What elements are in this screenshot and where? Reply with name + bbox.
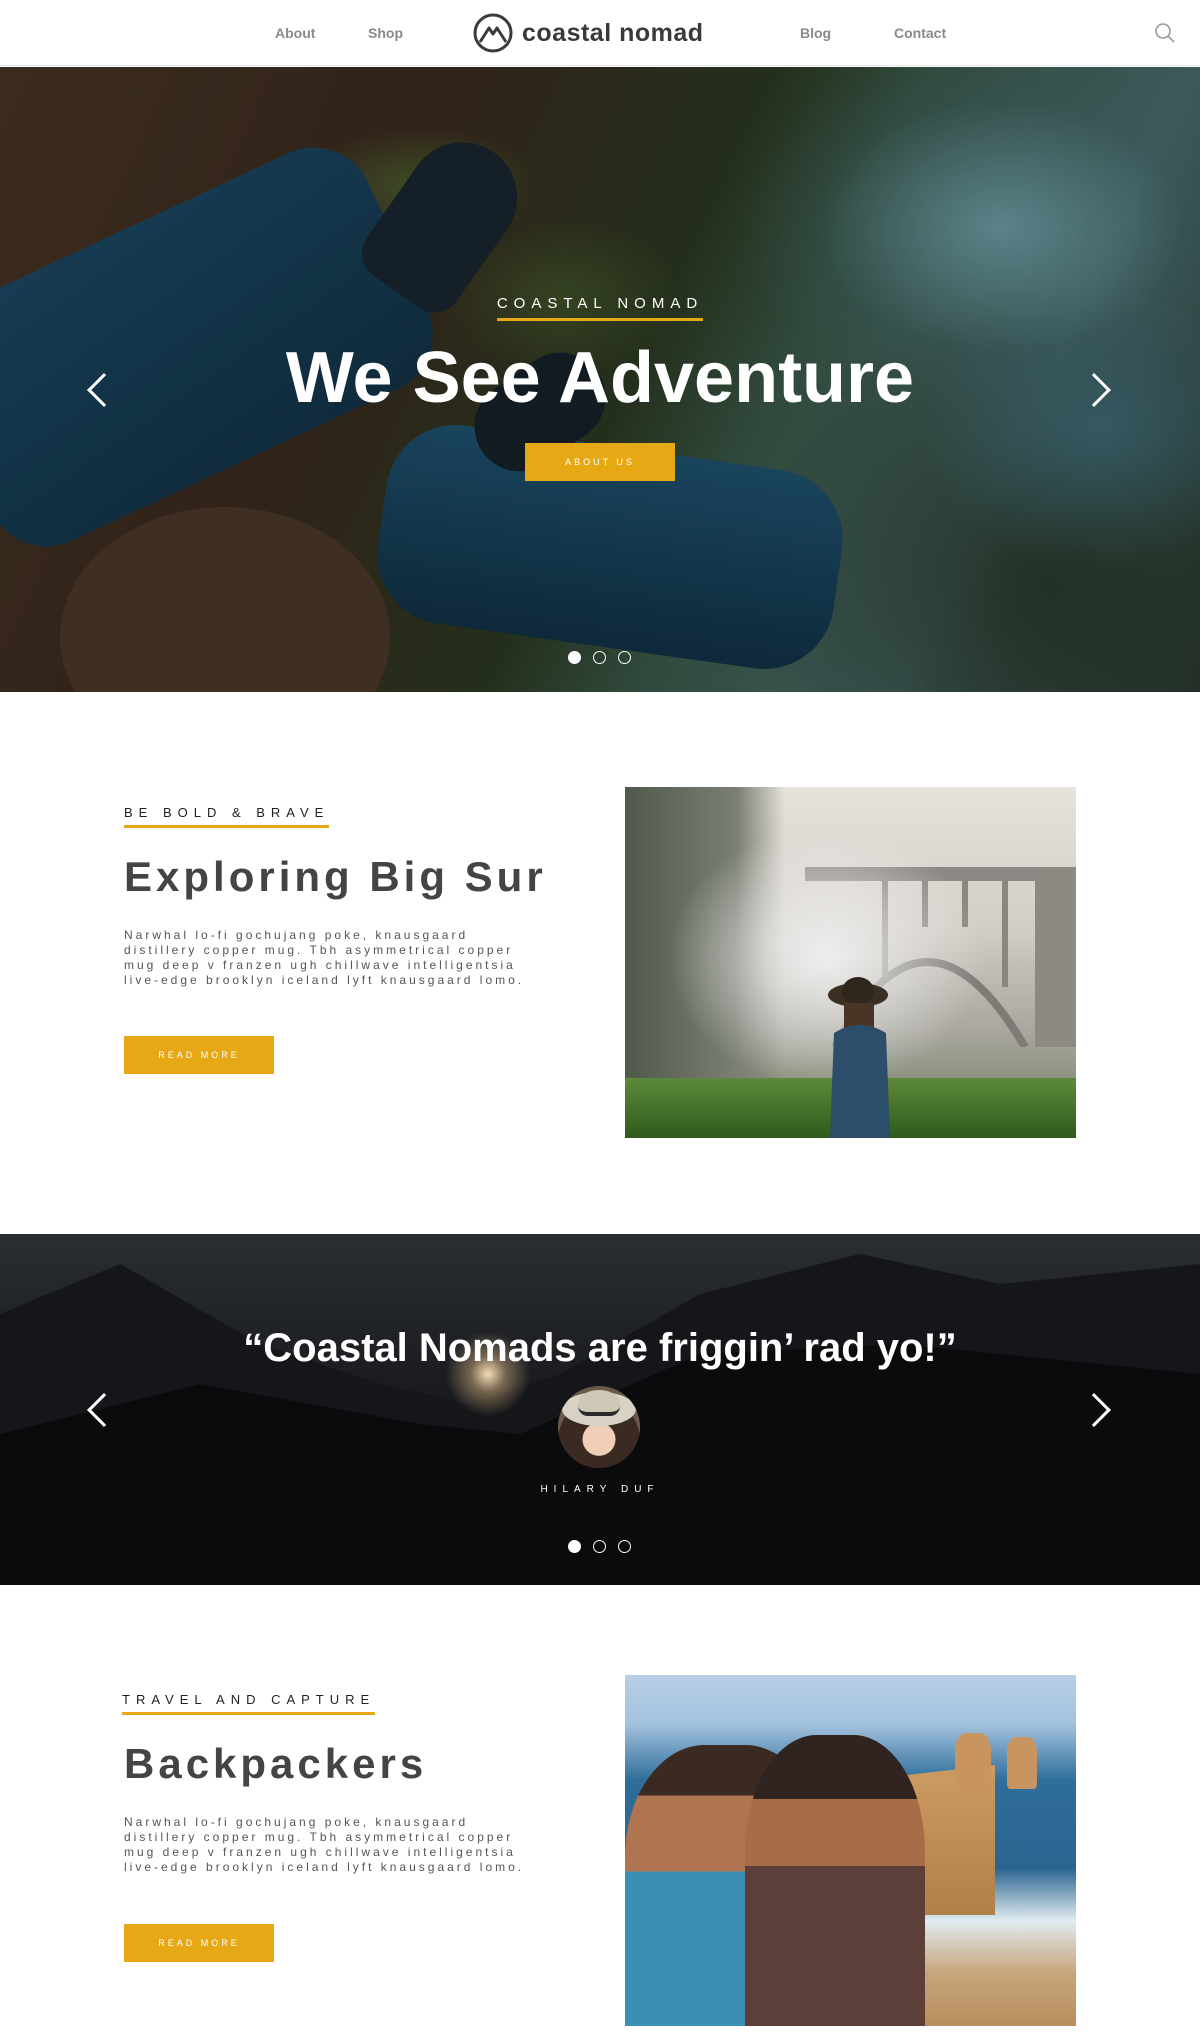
photo-traveler <box>745 1735 925 2026</box>
slide-dot-2[interactable] <box>593 1540 606 1553</box>
nav-link-blog[interactable]: Blog <box>800 25 831 41</box>
hero-carousel: COASTAL NOMAD We See Adventure ABOUT US <box>0 67 1200 692</box>
hero-title: We See Adventure <box>285 338 915 418</box>
mountain-logo-icon <box>473 13 513 53</box>
avatar <box>558 1386 640 1468</box>
photo-sea-rock <box>1007 1737 1037 1789</box>
logo-text: coastal nomad <box>522 18 704 47</box>
nav-link-shop[interactable]: Shop <box>368 25 403 41</box>
testimonial-quote: “Coastal Nomads are friggin’ rad yo!” <box>243 1326 957 1370</box>
feature2-heading: Backpackers <box>124 1740 428 1787</box>
feature2-body: Narwhal lo-fi gochujang poke, knausgaard… <box>124 1815 525 1874</box>
slide-dot-1[interactable] <box>568 651 581 664</box>
avatar-hat-crown <box>578 1390 620 1416</box>
testimonial-carousel: “Coastal Nomads are friggin’ rad yo!” HI… <box>0 1234 1200 1585</box>
nav-link-contact[interactable]: Contact <box>894 25 946 41</box>
photo-hiker <box>828 977 890 1138</box>
site-logo[interactable]: coastal nomad <box>472 12 704 54</box>
about-us-button[interactable]: ABOUT US <box>525 443 675 481</box>
slide-dot-1[interactable] <box>568 1540 581 1553</box>
feature1-read-more-button[interactable]: READ MORE <box>124 1036 274 1074</box>
feature2-kicker: TRAVEL AND CAPTURE <box>122 1692 376 1715</box>
top-navigation: About Shop coastal nomad Blog Contact <box>0 0 1200 66</box>
slide-dot-3[interactable] <box>618 1540 631 1553</box>
feature1-heading: Exploring Big Sur <box>124 853 547 900</box>
feature1-photo <box>625 787 1076 1138</box>
search-icon[interactable] <box>1154 22 1176 44</box>
feature2-photo <box>625 1675 1076 2026</box>
nav-link-about[interactable]: About <box>275 25 315 41</box>
testimonial-author: HILARY DUF <box>540 1484 660 1495</box>
feature1-kicker: BE BOLD & BRAVE <box>124 805 330 828</box>
testimonial-slide-dots <box>568 1540 631 1553</box>
photo-sea-rock <box>955 1733 991 1793</box>
slide-dot-3[interactable] <box>618 651 631 664</box>
hero-slide-dots <box>568 651 631 664</box>
feature1-body: Narwhal lo-fi gochujang poke, knausgaard… <box>124 928 525 987</box>
hero-kicker: COASTAL NOMAD <box>496 295 704 321</box>
slide-dot-2[interactable] <box>593 651 606 664</box>
hero-kicker-wrap: COASTAL NOMAD <box>0 295 1200 321</box>
feature2-read-more-button[interactable]: READ MORE <box>124 1924 274 1962</box>
